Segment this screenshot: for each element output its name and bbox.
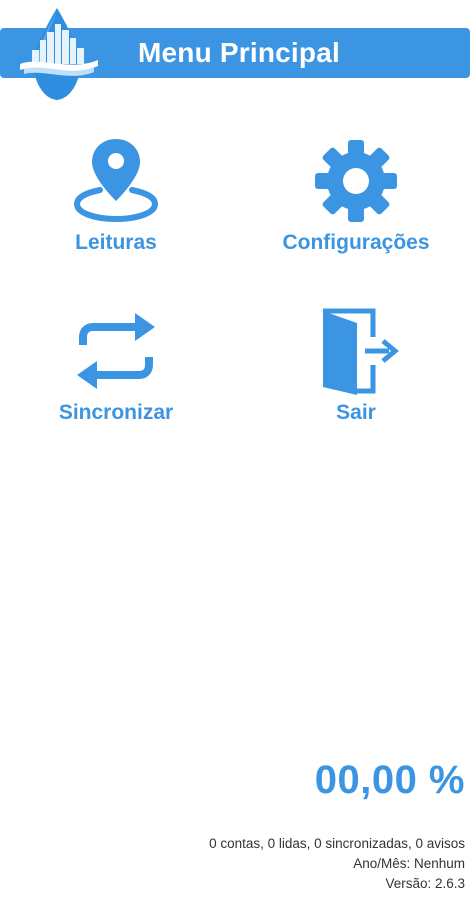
exit-door-icon [323,308,399,395]
main-menu-screen: Menu Principal Leituras Configurações Si… [0,0,473,900]
stats-summary: 0 contas, 0 lidas, 0 sincronizadas, 0 av… [209,836,465,851]
version-label: Versão: 2.6.3 [385,876,465,891]
menu-item-sair[interactable]: Sair [270,307,442,425]
map-pin-icon [73,139,159,223]
menu-item-label: Configurações [282,231,430,254]
page-title: Menu Principal [138,37,340,68]
sync-arrows-icon [77,313,155,389]
gear-icon [315,140,397,222]
menu-item-label: Sincronizar [58,401,174,424]
menu-item-label: Sair [336,401,376,424]
progress-percentage: 00,00 % [314,758,465,802]
app-logo [20,8,98,100]
period-label: Ano/Mês: Nenhum [353,856,465,871]
menu-item-sincronizar[interactable]: Sincronizar [40,307,192,425]
menu-item-configuracoes[interactable]: Configurações [270,135,442,255]
menu-item-label: Leituras [75,231,157,254]
menu-item-leituras[interactable]: Leituras [40,135,192,255]
